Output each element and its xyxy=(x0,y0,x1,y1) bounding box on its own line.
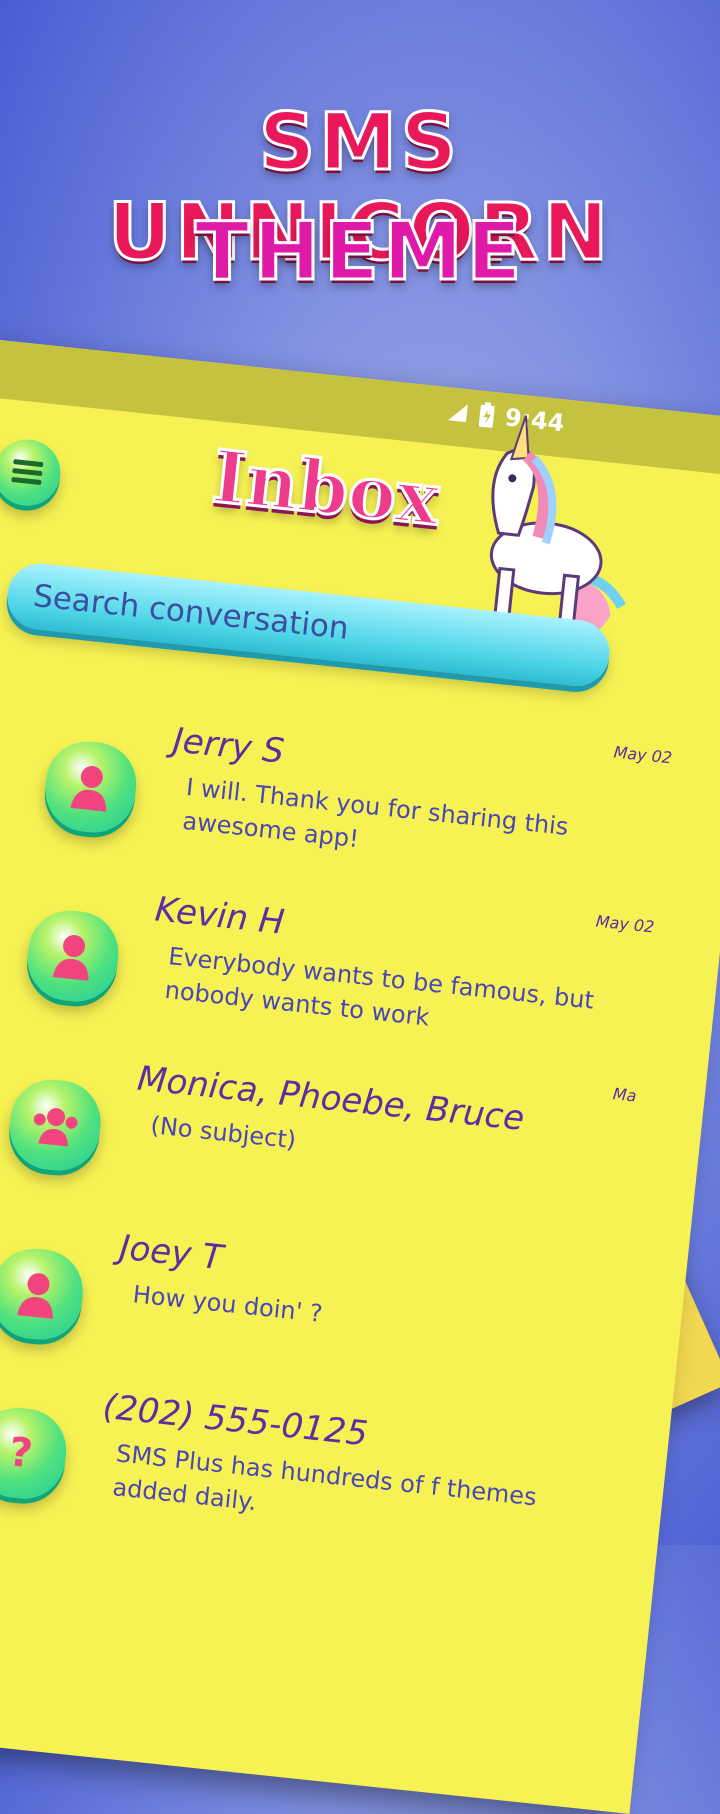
contact-name: Jerry S xyxy=(171,720,287,772)
person-icon xyxy=(41,737,141,837)
person-icon xyxy=(0,1244,87,1344)
person-icon xyxy=(23,906,123,1006)
group-icon xyxy=(5,1075,105,1175)
hamburger-icon xyxy=(11,459,44,485)
page-title: Inbox xyxy=(207,432,445,543)
unknown-contact-icon: ? xyxy=(0,1403,71,1503)
message-snippet: SMS Plus has hundreds of f themes added … xyxy=(111,1439,538,1517)
menu-button[interactable] xyxy=(0,436,64,509)
message-snippet: Everybody wants to be famous, but nobody… xyxy=(163,942,596,1032)
promo-headline-line2: THEME xyxy=(193,204,526,300)
conversation-date: Ma xyxy=(611,1084,638,1106)
inbox-screen: 9:44 Inbox Search conversation May 02 Je… xyxy=(0,340,720,1814)
conversation-date: May 02 xyxy=(612,742,673,768)
signal-icon xyxy=(448,404,469,423)
message-snippet: How you doin' ? xyxy=(131,1280,324,1328)
message-snippet: I will. Thank you for sharing this aweso… xyxy=(181,772,570,854)
